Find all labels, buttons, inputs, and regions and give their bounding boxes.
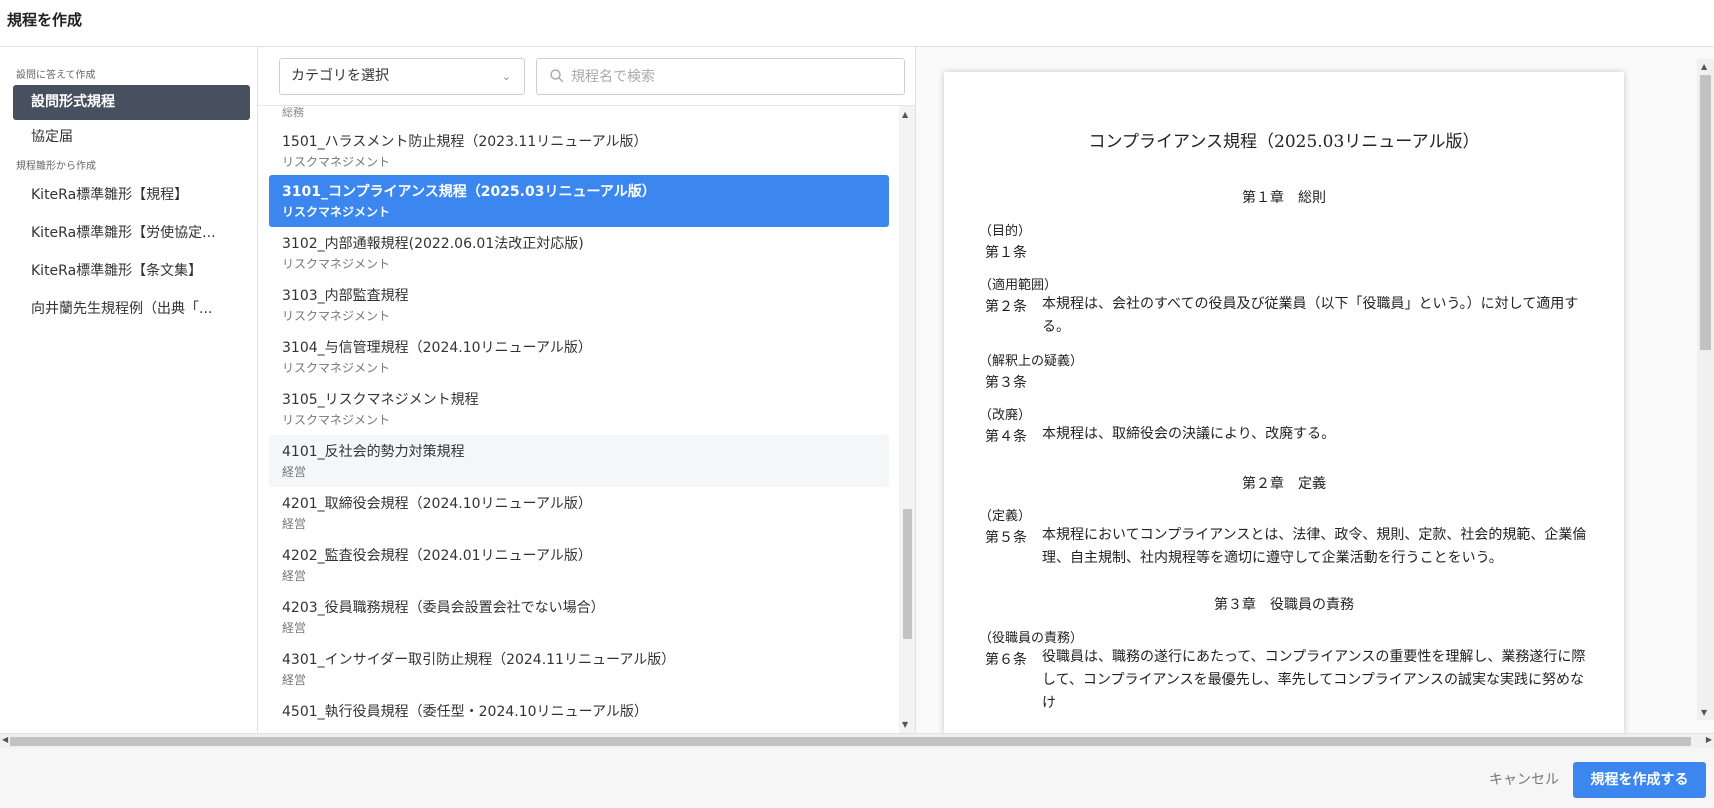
scroll-up-icon[interactable]: ▲ bbox=[902, 110, 908, 119]
list-item-category: 経営 bbox=[282, 673, 307, 687]
chevron-down-icon: ⌄ bbox=[501, 70, 511, 83]
article-line: して、コンプライアンスを最優先し、率先してコンプライアンスの誠実な実践に努めなけ bbox=[1042, 672, 1584, 711]
article-text: 本規程においてコンプライアンスとは、法律、政令、規則、定款、社会的規範、企業倫 … bbox=[1042, 524, 1595, 570]
list-item-category: リスクマネジメント bbox=[282, 413, 391, 427]
list-item[interactable]: 4201_取締役会規程（2024.10リニューアル版） 経営 bbox=[269, 487, 889, 539]
list-item-category: 経営 bbox=[282, 465, 307, 479]
search-input[interactable] bbox=[571, 65, 891, 89]
dialog-footer: キャンセル 規程を作成する bbox=[0, 748, 1714, 808]
list-item[interactable]: 1501_ハラスメント防止規程（2023.11リニューアル版） リスクマネジメン… bbox=[269, 125, 889, 177]
template-list-panel: カテゴリを選択 ⌄ 総務 1501_ハラスメント防止規程（2023.11リニュー… bbox=[258, 47, 916, 733]
list-item-title: 3104_与信管理規程（2024.10リニューアル版） bbox=[282, 340, 592, 356]
article-number: 第４条 bbox=[985, 429, 1027, 445]
document-title: コンプライアンス規程（2025.03リニューアル版） bbox=[1088, 132, 1480, 152]
list-item-category: 経営 bbox=[282, 569, 307, 583]
scrollbar-thumb[interactable] bbox=[10, 737, 1691, 746]
list-item-category: リスクマネジメント bbox=[282, 309, 391, 323]
list-scrollbar[interactable]: ▲ ▼ bbox=[899, 106, 915, 733]
article-heading: （定義） bbox=[979, 509, 1032, 524]
article-number: 第３条 bbox=[985, 375, 1027, 391]
preview-panel: コンプライアンス規程（2025.03リニューアル版） 第１章 総則 （目的） 第… bbox=[916, 47, 1714, 733]
list-item-category: 総務 bbox=[282, 106, 304, 119]
chapter-heading: 第２章 定義 bbox=[1242, 476, 1326, 492]
list-item-title: 4101_反社会的勢力対策規程 bbox=[282, 444, 465, 460]
article-number: 第６条 bbox=[985, 652, 1027, 668]
scrollbar-thumb[interactable] bbox=[903, 509, 912, 639]
list-item-title: 4202_監査役会規程（2024.01リニューアル版） bbox=[282, 548, 592, 564]
list-item[interactable]: 3105_リスクマネジメント規程 リスクマネジメント bbox=[269, 383, 889, 435]
category-select[interactable]: カテゴリを選択 ⌄ bbox=[279, 58, 525, 95]
chapter-heading: 第１章 総則 bbox=[1242, 190, 1326, 206]
list-item[interactable]: 4203_役員職務規程（委員会設置会社でない場合） 経営 bbox=[269, 591, 889, 643]
article-number: 第５条 bbox=[985, 530, 1027, 546]
sidebar-item-agreement[interactable]: 協定届 bbox=[13, 120, 250, 155]
scrollbar-thumb[interactable] bbox=[1700, 75, 1711, 350]
article-number: 第１条 bbox=[985, 245, 1027, 261]
article-line: 本規程においてコンプライアンスとは、法律、政令、規則、定款、社会的規範、企業倫 bbox=[1042, 527, 1587, 543]
sidebar-item-kitera-rules[interactable]: KiteRa標準雛形【規程】 bbox=[13, 178, 250, 213]
sidebar-item-kitera-articles[interactable]: KiteRa標準雛形【条文集】 bbox=[13, 254, 250, 289]
list-item-selected[interactable]: 3101_コンプライアンス規程（2025.03リニューアル版） リスクマネジメン… bbox=[269, 175, 889, 227]
scroll-up-icon[interactable]: ▲ bbox=[1701, 62, 1707, 71]
article-text: 本規程は、会社のすべての役員及び従業員（以下「役職員」という。）に対して適用す … bbox=[1042, 293, 1595, 339]
scroll-down-icon[interactable]: ▼ bbox=[902, 720, 908, 729]
sidebar-section-label: 設問に答えて作成 bbox=[16, 70, 96, 81]
article-line: 本規程は、取締役会の決議により、改廃する。 bbox=[1042, 426, 1336, 442]
list-item-title: 3103_内部監査規程 bbox=[282, 288, 409, 304]
list-item[interactable]: 4101_反社会的勢力対策規程 経営 bbox=[269, 435, 889, 487]
article-text: 本規程は、取締役会の決議により、改廃する。 bbox=[1042, 423, 1595, 446]
cancel-button[interactable]: キャンセル bbox=[1474, 762, 1574, 798]
list-item-title: 1501_ハラスメント防止規程（2023.11リニューアル版） bbox=[282, 134, 648, 150]
sidebar-item-kitera-labor[interactable]: KiteRa標準雛形【労使協定... bbox=[13, 216, 250, 251]
dialog-header: 規程を作成 bbox=[0, 0, 1714, 47]
article-line: 理、自主規制、社内規程等を適切に遵守して企業活動を行うことをいう。 bbox=[1042, 550, 1503, 566]
scroll-down-icon[interactable]: ▼ bbox=[1701, 708, 1707, 717]
list-item[interactable]: 4202_監査役会規程（2024.01リニューアル版） 経営 bbox=[269, 539, 889, 591]
scroll-right-icon[interactable]: ▶ bbox=[1706, 735, 1712, 744]
template-list: 総務 1501_ハラスメント防止規程（2023.11リニューアル版） リスクマネ… bbox=[258, 106, 898, 733]
article-line: 本規程は、会社のすべての役員及び従業員（以下「役職員」という。）に対して適用す bbox=[1042, 296, 1579, 312]
article-heading: （解釈上の疑義） bbox=[979, 354, 1084, 369]
list-item-title: 4201_取締役会規程（2024.10リニューアル版） bbox=[282, 496, 592, 512]
list-item[interactable]: 3103_内部監査規程 リスクマネジメント bbox=[269, 279, 889, 331]
list-item[interactable]: 4301_インサイダー取引防止規程（2024.11リニューアル版） 経営 bbox=[269, 643, 889, 695]
list-item-title: 4301_インサイダー取引防止規程（2024.11リニューアル版） bbox=[282, 652, 676, 668]
list-item-category: リスクマネジメント bbox=[282, 205, 391, 219]
article-heading: （改廃） bbox=[979, 408, 1032, 423]
search-box[interactable] bbox=[536, 58, 905, 95]
dialog-title: 規程を作成 bbox=[7, 11, 83, 29]
list-item[interactable]: 3102_内部通報規程(2022.06.01法改正対応版) リスクマネジメント bbox=[269, 227, 889, 279]
scroll-left-icon[interactable]: ◀ bbox=[2, 735, 8, 744]
list-item-title: 3105_リスクマネジメント規程 bbox=[282, 392, 479, 408]
list-item-category: リスクマネジメント bbox=[282, 155, 391, 169]
article-line: 役職員は、職務の遂行にあたって、コンプライアンスの重要性を理解し、業務遂行に際 bbox=[1042, 649, 1586, 665]
document-preview: コンプライアンス規程（2025.03リニューアル版） 第１章 総則 （目的） 第… bbox=[944, 72, 1624, 733]
search-icon bbox=[550, 69, 564, 83]
sidebar-item-question-format[interactable]: 設問形式規程 bbox=[13, 85, 250, 120]
sidebar-section-label: 規程雛形から作成 bbox=[16, 161, 96, 172]
list-item-title: 4501_執行役員規程（委任型・2024.10リニューアル版） bbox=[282, 704, 648, 720]
chapter-heading: 第３章 役職員の責務 bbox=[1214, 597, 1354, 613]
article-text: 役職員は、職務の遂行にあたって、コンプライアンスの重要性を理解し、業務遂行に際 … bbox=[1042, 646, 1595, 715]
list-item[interactable]: 3104_与信管理規程（2024.10リニューアル版） リスクマネジメント bbox=[269, 331, 889, 383]
sidebar-item-mukai-examples[interactable]: 向井蘭先生規程例（出典「... bbox=[13, 292, 250, 327]
list-item-category: リスクマネジメント bbox=[282, 257, 391, 271]
list-item-title: 4203_役員職務規程（委員会設置会社でない場合） bbox=[282, 600, 605, 616]
sidebar: 設問に答えて作成 設問形式規程 協定届 規程雛形から作成 KiteRa標準雛形【… bbox=[0, 47, 258, 733]
category-select-value: カテゴリを選択 bbox=[291, 68, 389, 84]
list-item-category: 経営 bbox=[282, 517, 307, 531]
article-heading: （役職員の責務） bbox=[979, 631, 1084, 646]
list-item-title: 3101_コンプライアンス規程（2025.03リニューアル版） bbox=[282, 184, 656, 200]
list-item-title: 3102_内部通報規程(2022.06.01法改正対応版) bbox=[282, 236, 584, 252]
create-rule-button[interactable]: 規程を作成する bbox=[1573, 762, 1706, 798]
list-item[interactable]: 4501_執行役員規程（委任型・2024.10リニューアル版） bbox=[269, 695, 889, 733]
preview-scrollbar[interactable]: ▲ ▼ bbox=[1697, 59, 1714, 720]
horizontal-scrollbar[interactable]: ◀ ▶ bbox=[0, 733, 1714, 748]
article-heading: （適用範囲） bbox=[979, 278, 1058, 293]
article-heading: （目的） bbox=[979, 224, 1032, 239]
list-item-category: 経営 bbox=[282, 621, 307, 635]
article-line: る。 bbox=[1042, 319, 1070, 335]
list-item-category: リスクマネジメント bbox=[282, 361, 391, 375]
article-number: 第２条 bbox=[985, 299, 1027, 315]
